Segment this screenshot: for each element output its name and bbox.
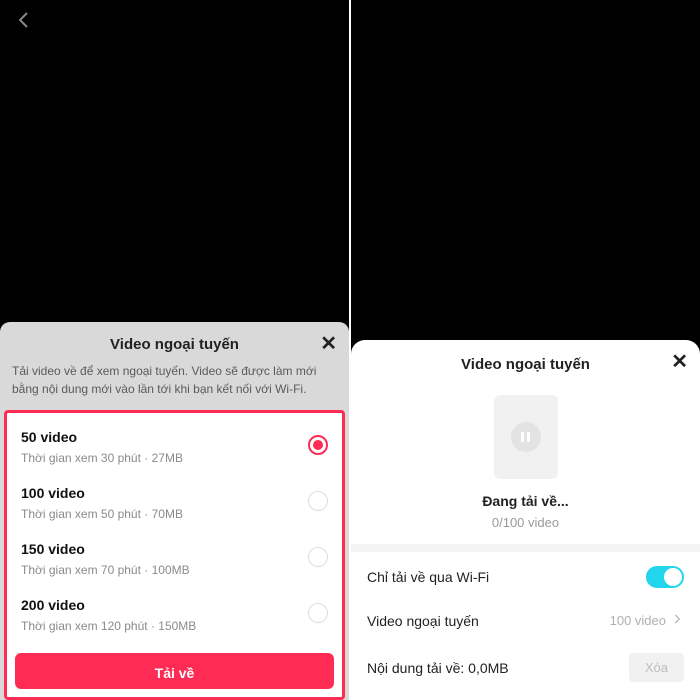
offline-label: Video ngoại tuyến <box>367 613 479 629</box>
option-subtitle: Thời gian xem 120 phút · 150MB <box>21 619 328 633</box>
sheet-header-left: Video ngoại tuyến ✕ <box>0 322 349 359</box>
chevron-right-icon <box>670 612 684 629</box>
topbar-right <box>351 0 700 44</box>
radio-icon[interactable] <box>308 547 328 567</box>
wifi-toggle[interactable] <box>646 566 684 588</box>
radio-icon[interactable] <box>308 435 328 455</box>
video-thumbnail[interactable] <box>494 395 558 479</box>
phone-left: Video ngoại tuyến ✕ Tải video về để xem … <box>0 0 351 700</box>
option-50[interactable]: 50 video Thời gian xem 30 phút · 27MB <box>7 419 342 475</box>
download-preview: Đang tải về... 0/100 video <box>351 381 700 544</box>
offline-value: 100 video <box>610 612 684 629</box>
pause-icon <box>511 422 541 452</box>
option-subtitle: Thời gian xem 30 phút · 27MB <box>21 451 328 465</box>
topbar-left <box>0 0 349 44</box>
wifi-label: Chỉ tải về qua Wi-Fi <box>367 569 489 585</box>
option-100[interactable]: 100 video Thời gian xem 50 phút · 70MB <box>7 475 342 531</box>
sheet-header-right: Video ngoại tuyến ✕ <box>351 340 700 381</box>
left-bottom-sheet: Video ngoại tuyến ✕ Tải video về để xem … <box>0 322 349 700</box>
option-title: 200 video <box>21 597 328 613</box>
options-box: 50 video Thời gian xem 30 phút · 27MB 10… <box>4 410 345 700</box>
settings-section: Chỉ tải về qua Wi-Fi Video ngoại tuyến 1… <box>351 544 700 700</box>
row-downloaded: Nội dung tải về: 0,0MB Xóa <box>351 643 700 700</box>
right-bottom-sheet: Video ngoại tuyến ✕ Đang tải về... 0/100… <box>351 340 700 700</box>
option-title: 100 video <box>21 485 328 501</box>
radio-icon[interactable] <box>308 603 328 623</box>
option-200[interactable]: 200 video Thời gian xem 120 phút · 150MB <box>7 587 342 643</box>
loading-label: Đang tải về... <box>482 493 568 509</box>
download-button[interactable]: Tải về <box>15 653 334 689</box>
phone-right: Video ngoại tuyến ✕ Đang tải về... 0/100… <box>351 0 700 700</box>
row-offline-video[interactable]: Video ngoại tuyến 100 video <box>351 602 700 643</box>
delete-button[interactable]: Xóa <box>629 653 684 682</box>
sheet-title-right: Video ngoại tuyến <box>367 356 684 373</box>
close-icon[interactable]: ✕ <box>671 352 688 372</box>
progress-label: 0/100 video <box>492 515 559 530</box>
option-150[interactable]: 150 video Thời gian xem 70 phút · 100MB <box>7 531 342 587</box>
close-icon[interactable]: ✕ <box>320 334 337 354</box>
option-subtitle: Thời gian xem 50 phút · 70MB <box>21 507 328 521</box>
offline-value-text: 100 video <box>610 613 666 628</box>
option-subtitle: Thời gian xem 70 phút · 100MB <box>21 563 328 577</box>
sheet-title-left: Video ngoại tuyến <box>16 336 333 353</box>
radio-icon[interactable] <box>308 491 328 511</box>
back-icon[interactable] <box>12 8 36 37</box>
sheet-description: Tải video về để xem ngoại tuyến. Video s… <box>0 359 349 410</box>
downloaded-label: Nội dung tải về: 0,0MB <box>367 660 509 676</box>
row-wifi: Chỉ tải về qua Wi-Fi <box>351 552 700 602</box>
option-title: 150 video <box>21 541 328 557</box>
option-title: 50 video <box>21 429 328 445</box>
